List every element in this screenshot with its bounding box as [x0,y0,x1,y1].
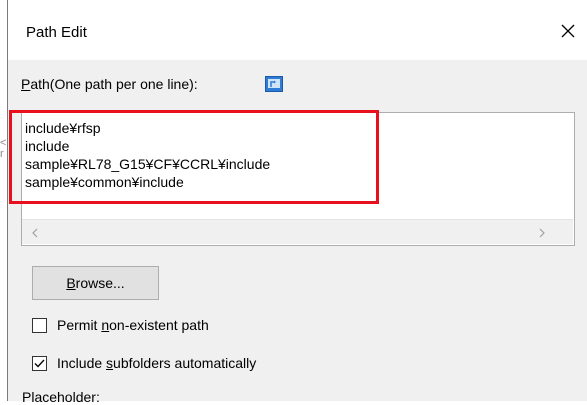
horizontal-scrollbar[interactable] [22,219,573,244]
title-bar: Path Edit [8,0,587,60]
include-subfolders-checkbox[interactable] [32,355,47,371]
chevron-right-icon [539,228,545,238]
permit-label-start: Permit [57,317,102,333]
permit-nonexistent-label: Permit non-existent path [57,317,209,333]
close-button[interactable] [548,12,587,50]
permit-nonexistent-option[interactable]: Permit non-existent path [32,317,209,333]
dialog-title: Path Edit [26,24,87,41]
permit-label-end: on-existent path [109,317,209,333]
path-label-text: ath(One path per one line): [30,76,198,92]
include-subfolders-label: Include subfolders automatically [57,355,256,371]
permit-label-mnemonic: n [101,317,110,333]
permit-nonexistent-checkbox[interactable] [32,317,47,333]
checkmark-icon [34,359,45,367]
scroll-left-arrow[interactable] [30,226,40,242]
placeholder-label: Placeholder: [22,389,100,405]
chevron-left-icon [32,228,38,238]
browse-button[interactable]: Browse... [32,266,159,300]
include-subfolders-option[interactable]: Include subfolders automatically [32,355,256,371]
highlight-annotation [9,110,379,204]
folder-browse-icon[interactable] [265,76,283,92]
include-label-end: ubfolders automatically [113,355,257,371]
include-label-start: Include [57,355,107,371]
scroll-right-arrow[interactable] [537,226,547,242]
background-window-fragment: < r [0,137,7,160]
path-label: Path(One path per one line): [21,76,198,92]
browse-mnemonic: B [66,275,76,291]
path-label-mnemonic: P [21,76,31,92]
screen: < r Path Edit Path(One path per one line)… [0,0,587,405]
browse-label: rowse... [75,275,125,291]
close-icon [561,24,575,38]
include-label-mnemonic: s [106,355,114,371]
